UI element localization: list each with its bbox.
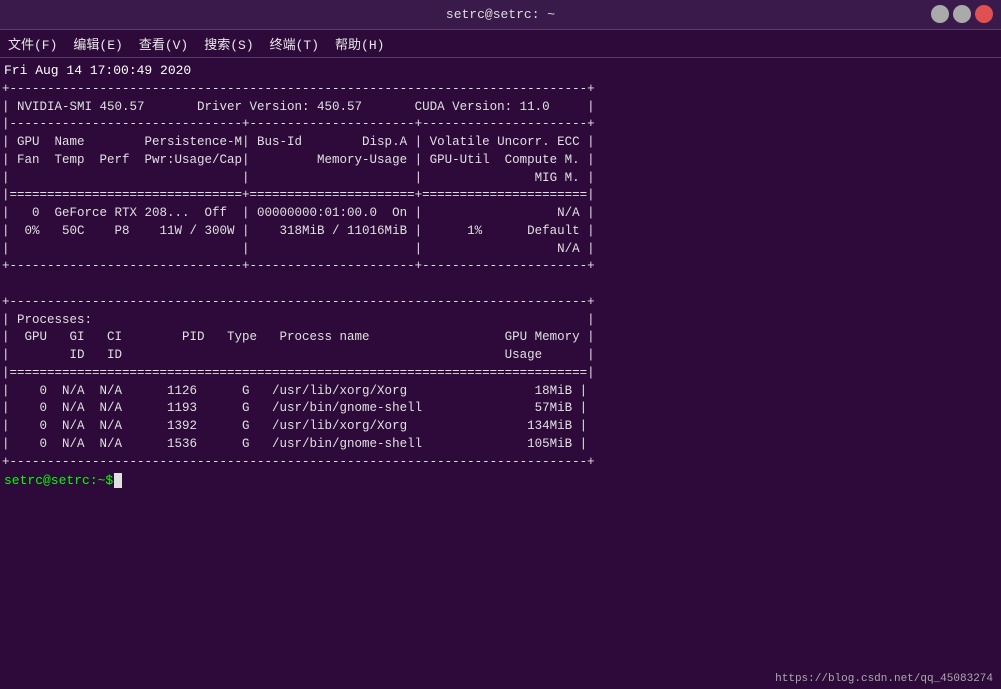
menu-terminal[interactable]: 终端(T) [270, 34, 319, 53]
menu-help[interactable]: 帮助(H) [335, 34, 384, 53]
window-title: setrc@setrc: ~ [446, 7, 555, 22]
nvidia-smi-output: +---------------------------------------… [0, 81, 1001, 472]
terminal: Fri Aug 14 17:00:49 2020 +--------------… [0, 58, 1001, 689]
cursor [114, 473, 122, 488]
prompt-text: setrc@setrc:~$ [4, 473, 113, 488]
close-button[interactable] [975, 5, 993, 23]
menu-bar: 文件(F) 编辑(E) 查看(V) 搜索(S) 终端(T) 帮助(H) [0, 30, 1001, 58]
menu-search[interactable]: 搜索(S) [204, 34, 253, 53]
menu-file[interactable]: 文件(F) [8, 34, 57, 53]
window-controls[interactable] [931, 5, 993, 23]
maximize-button[interactable] [953, 5, 971, 23]
datetime-line: Fri Aug 14 17:00:49 2020 [0, 62, 1001, 81]
terminal-prompt[interactable]: setrc@setrc:~$ [0, 471, 1001, 490]
menu-edit[interactable]: 编辑(E) [73, 34, 122, 53]
watermark: https://blog.csdn.net/qq_45083274 [775, 673, 993, 685]
title-bar: setrc@setrc: ~ [0, 0, 1001, 30]
menu-view[interactable]: 查看(V) [139, 34, 188, 53]
minimize-button[interactable] [931, 5, 949, 23]
